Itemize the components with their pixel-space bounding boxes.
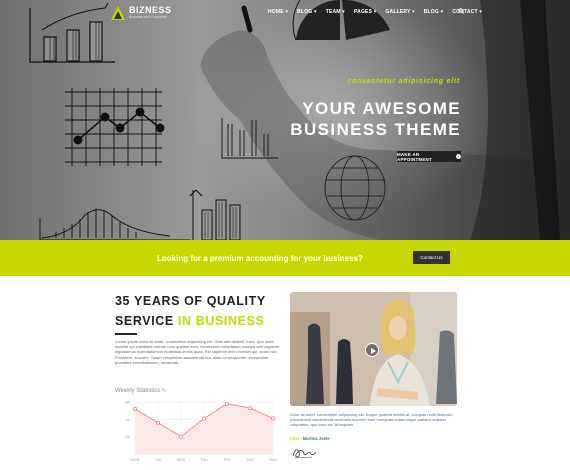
nav-item-gallery[interactable]: GALLERY ▾ bbox=[385, 9, 414, 15]
contact-us-button[interactable]: Contact Us bbox=[413, 251, 450, 264]
chart-point bbox=[202, 416, 207, 421]
x-tick-label: THU bbox=[200, 458, 208, 462]
play-icon[interactable] bbox=[365, 343, 379, 357]
brand-tagline: Business and Corporate bbox=[129, 15, 167, 19]
ceo-credit: CEO - Martina Joele bbox=[290, 436, 330, 441]
about-title-dark: SERVICE bbox=[115, 314, 178, 328]
brand-name: BIZNESS bbox=[129, 5, 172, 15]
chevron-right-icon: › bbox=[456, 154, 461, 159]
signature-image bbox=[292, 449, 317, 459]
nav-item-contact[interactable]: CONTACT ▾ bbox=[452, 9, 482, 15]
x-tick-label: SUN bbox=[269, 458, 277, 462]
logo-mark-icon bbox=[111, 6, 125, 20]
nav-item-label: HOME bbox=[268, 9, 284, 15]
chart-point bbox=[179, 434, 184, 439]
refresh-icon[interactable]: ↻ bbox=[162, 388, 166, 394]
button-label: MAKE AN APPOINTMENT bbox=[397, 151, 432, 162]
title-underline bbox=[115, 333, 137, 335]
chart-point bbox=[225, 401, 230, 406]
hero-title-line1: YOUR AWESOME bbox=[302, 99, 461, 118]
stats-title: Weekly Statistics ↻ bbox=[115, 388, 166, 394]
x-tick-label: TUE bbox=[154, 458, 162, 462]
nav-item-label: GALLERY bbox=[385, 9, 411, 15]
caret-down-icon: ▾ bbox=[312, 9, 317, 15]
hero-eyebrow: consectetur adipisicing elit bbox=[347, 78, 460, 85]
make-appointment-button[interactable]: MAKE AN APPOINTMENT › bbox=[397, 151, 461, 162]
y-tick-label: 60 bbox=[126, 400, 131, 405]
nav-item-pages[interactable]: PAGES ▾ bbox=[354, 9, 376, 15]
x-tick-label: MON bbox=[131, 458, 140, 462]
nav-item-label: BLOG bbox=[297, 9, 313, 15]
about-intro-text: Lorem ipsum dolor sit amet, consectetur … bbox=[115, 339, 280, 365]
logo-text: BIZNESS Business and Corporate bbox=[129, 6, 172, 20]
caret-down-icon: ▾ bbox=[439, 9, 444, 15]
stats-title-label: Weekly Statistics bbox=[115, 388, 161, 394]
caret-down-icon: ▾ bbox=[283, 9, 289, 15]
search-icon[interactable] bbox=[458, 8, 464, 14]
nav-item-label: PAGES bbox=[353, 9, 373, 15]
cta-text: Looking for a premium accounting for you… bbox=[157, 254, 363, 263]
ceo-name: Martina Joele bbox=[302, 436, 330, 441]
caret-down-icon: ▾ bbox=[477, 9, 483, 15]
nav-item-label: CONTACT bbox=[452, 9, 478, 15]
x-tick-label: WED bbox=[177, 458, 186, 462]
chart-point bbox=[156, 420, 161, 425]
y-tick-label: 40 bbox=[126, 417, 131, 422]
hero-background-sketch bbox=[29, 0, 570, 240]
weekly-stats-chart: 20 40 60 MON TUE WED THU FRI SAT SUN bbox=[126, 400, 278, 463]
chart-point bbox=[247, 406, 252, 411]
caret-down-icon: ▾ bbox=[372, 9, 377, 15]
cta-banner: Looking for a premium accounting for you… bbox=[0, 240, 570, 276]
chart-point bbox=[132, 406, 137, 411]
video-thumbnail[interactable] bbox=[290, 292, 457, 406]
hero-title-line2: BUSINESS THEME bbox=[290, 120, 461, 139]
x-tick-label: FRI bbox=[224, 458, 230, 462]
nav-item-home[interactable]: HOME ▾ bbox=[268, 9, 288, 15]
caret-down-icon: ▾ bbox=[410, 9, 415, 15]
top-navbar: BIZNESS Business and Corporate HOME ▾ BL… bbox=[0, 0, 570, 26]
caret-down-icon: ▾ bbox=[340, 9, 345, 15]
ceo-role: CEO bbox=[290, 436, 300, 441]
about-title-line2: SERVICE IN BUSINESS bbox=[115, 314, 264, 328]
about-title-accent: IN BUSINESS bbox=[177, 314, 265, 328]
nav-item-label: BLOG bbox=[423, 9, 439, 15]
video-caption: Dolor sit amet, consectetur adipisicing … bbox=[290, 412, 453, 428]
chart-point bbox=[270, 416, 275, 421]
brand-logo[interactable]: BIZNESS Business and Corporate bbox=[110, 5, 172, 21]
hero-banner: BIZNESS Business and Corporate HOME ▾ BL… bbox=[0, 0, 570, 240]
nav-item-label: TEAM bbox=[325, 9, 341, 15]
y-tick-label: 20 bbox=[126, 434, 131, 439]
x-tick-label: SAT bbox=[247, 458, 255, 462]
about-title-line1: 35 YEARS OF QUALITY bbox=[115, 294, 266, 308]
nav-item-blog[interactable]: BLOG ▾ bbox=[297, 9, 317, 15]
nav-item-team[interactable]: TEAM ▾ bbox=[326, 9, 345, 15]
nav-item-blog-2[interactable]: BLOG ▾ bbox=[424, 9, 444, 15]
